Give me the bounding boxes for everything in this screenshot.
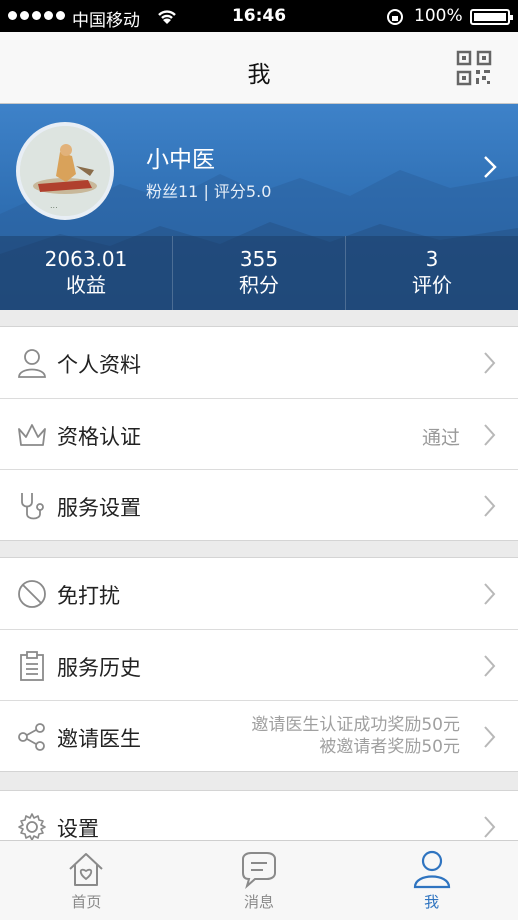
- stat-label: 积分: [239, 273, 279, 297]
- stats-bar: 2063.01 收益 355 积分 3 评价: [0, 236, 518, 310]
- followers-rating: 粉丝11 | 评分5.0: [146, 182, 272, 201]
- menu-item-label: 服务设置: [57, 496, 141, 520]
- certification-status: 通过: [421, 427, 460, 449]
- tab-label: 我: [424, 893, 440, 911]
- menu-item-label: 邀请医生: [57, 727, 141, 751]
- chevron-right-icon: [484, 156, 497, 178]
- tab-label: 首页: [71, 893, 102, 911]
- stat-value: 3: [425, 247, 439, 271]
- qr-code-icon[interactable]: [456, 50, 492, 86]
- menu-item-label: 资格认证: [57, 425, 141, 449]
- menu-item-certification[interactable]: 资格认证 通过: [0, 398, 518, 469]
- avatar[interactable]: ...: [16, 122, 114, 220]
- person-icon: [18, 349, 46, 378]
- chevron-right-icon: [484, 726, 496, 748]
- tab-home[interactable]: 首页: [0, 841, 173, 920]
- tab-bar: 首页 消息 我: [0, 840, 518, 920]
- menu-item-service-settings[interactable]: 服务设置: [0, 469, 518, 540]
- profile-header[interactable]: ... 小中医 粉丝11 | 评分5.0 2063.01 收益 355 积分 3…: [0, 104, 518, 310]
- message-icon: [242, 852, 276, 889]
- battery-icon: [470, 9, 513, 25]
- menu-item-label: 服务历史: [57, 656, 141, 680]
- menu-item-do-not-disturb[interactable]: 免打扰: [0, 558, 518, 629]
- avatar-image: ...: [20, 126, 110, 216]
- doctor-name: 小中医: [146, 147, 215, 173]
- tab-me[interactable]: 我: [345, 841, 518, 920]
- profile-icon: [413, 850, 450, 889]
- menu-item-label: 设置: [57, 817, 99, 841]
- tab-label: 消息: [244, 893, 275, 911]
- no-disturb-icon: [18, 580, 46, 608]
- invite-reward-line-2: 被邀请者奖励50元: [319, 737, 460, 757]
- navigation-bar: 我: [0, 32, 518, 104]
- invite-reward-line-1: 邀请医生认证成功奖励50元: [251, 715, 460, 735]
- chevron-right-icon: [484, 495, 496, 517]
- menu-group-profile: 个人资料 资格认证 通过 服务设置: [0, 326, 518, 541]
- chevron-right-icon: [484, 424, 496, 446]
- menu-item-label: 个人资料: [57, 353, 141, 377]
- rotation-lock-icon: [387, 9, 403, 25]
- chevron-right-icon: [484, 352, 496, 374]
- stat-earnings[interactable]: 2063.01 收益: [0, 236, 172, 310]
- crown-icon: [18, 424, 46, 446]
- svg-text:...: ...: [50, 201, 58, 210]
- battery-percent: 100%: [414, 6, 463, 26]
- stat-value: 2063.01: [44, 247, 128, 271]
- stat-reviews[interactable]: 3 评价: [345, 236, 518, 310]
- stat-label: 评价: [412, 273, 452, 297]
- menu-item-service-history[interactable]: 服务历史: [0, 629, 518, 700]
- home-icon: [69, 853, 104, 886]
- page-title: 我: [247, 62, 271, 88]
- menu-item-personal-info[interactable]: 个人资料: [0, 327, 518, 398]
- stat-value: 355: [239, 247, 279, 271]
- stat-points[interactable]: 355 积分: [172, 236, 345, 310]
- menu-item-invite-doctor[interactable]: 邀请医生 邀请医生认证成功奖励50元 被邀请者奖励50元: [0, 700, 518, 771]
- share-icon: [18, 723, 45, 751]
- gear-icon: [18, 813, 46, 841]
- menu-group-service: 免打扰 服务历史 邀请医生 邀请医生认证成功奖励50元 被邀请者奖励50元: [0, 557, 518, 772]
- chevron-right-icon: [484, 816, 496, 838]
- invite-reward-text: 邀请医生认证成功奖励50元 被邀请者奖励50元: [251, 714, 460, 758]
- clipboard-icon: [20, 651, 44, 681]
- status-bar: 中国移动 16:46 100%: [0, 0, 518, 32]
- chevron-right-icon: [484, 583, 496, 605]
- tab-messages[interactable]: 消息: [173, 841, 346, 920]
- stat-label: 收益: [66, 273, 106, 297]
- menu-item-label: 免打扰: [57, 584, 120, 608]
- stethoscope-icon: [21, 493, 44, 520]
- chevron-right-icon: [484, 655, 496, 677]
